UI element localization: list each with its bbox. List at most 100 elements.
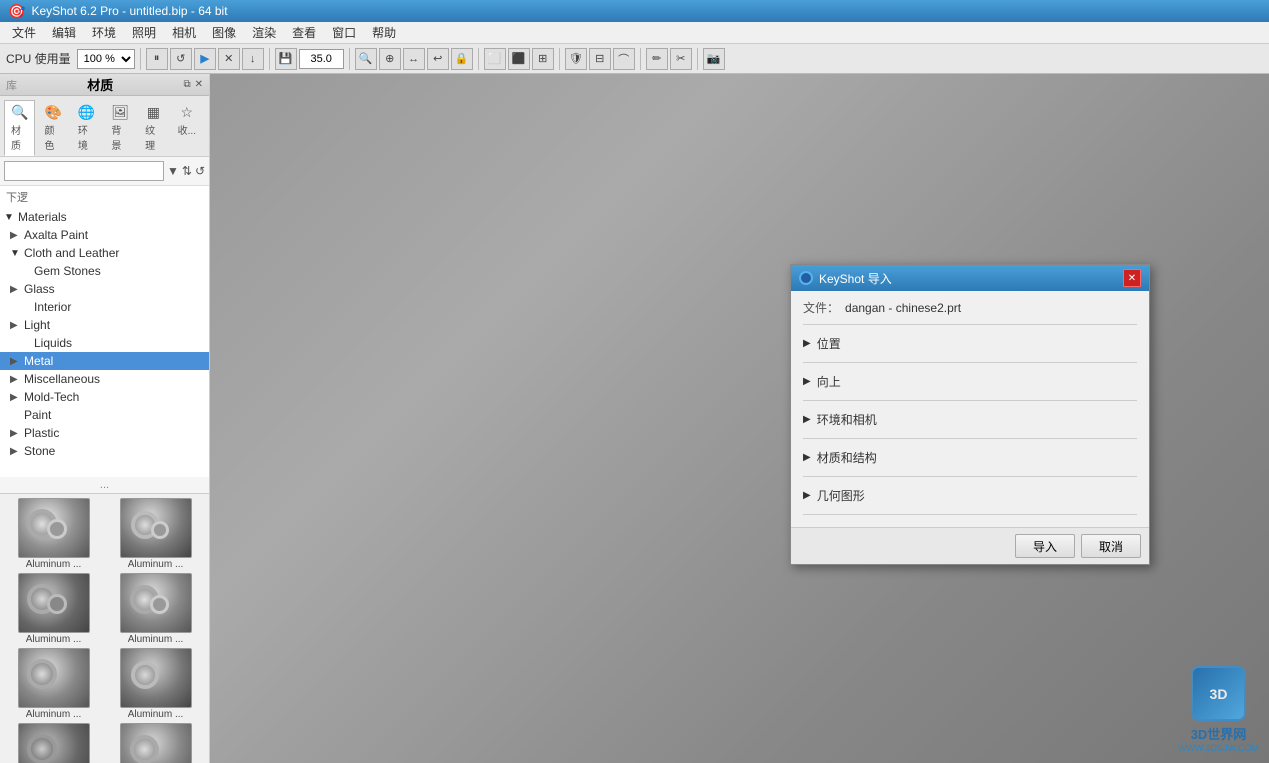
menu-item-文件[interactable]: 文件 [4, 22, 44, 43]
panel-tabs: 🔍 材质 🎨 颜色 🌐 环境 🖼 背景 ▦ 纹理 ☆ 收... [0, 96, 209, 157]
play-button[interactable]: ▶ [194, 48, 216, 70]
pause-button[interactable]: ⏸ [146, 48, 168, 70]
menu-item-环境[interactable]: 环境 [84, 22, 124, 43]
menu-item-相机[interactable]: 相机 [164, 22, 204, 43]
reset-button[interactable]: ↺ [195, 164, 205, 178]
pencil-button[interactable]: ✏ [646, 48, 668, 70]
down-button[interactable]: ↓ [242, 48, 264, 70]
dialog-title-icon [799, 271, 813, 285]
export-button[interactable]: ⬛ [508, 48, 530, 70]
viewport[interactable]: KeyShot 导入 ✕ 文件： dangan - chinese2.prt ▶… [210, 74, 1269, 763]
thumbnail-grid: Aluminum ... Aluminum ... Aluminum ... [4, 498, 205, 763]
tree-item-interior[interactable]: ▶ Interior [0, 298, 209, 316]
dialog-sep-4 [803, 476, 1137, 477]
menu-item-渲染[interactable]: 渲染 [244, 22, 284, 43]
thumb-label-1: Aluminum ... [26, 559, 82, 570]
thumb-item-4[interactable]: Aluminum ... [106, 573, 205, 645]
thumb-label-2: Aluminum ... [128, 559, 184, 570]
more-dots: ... [0, 477, 209, 493]
thumb-item-6[interactable]: Aluminum ... [106, 648, 205, 720]
tree-item-misc[interactable]: ▶ Miscellaneous [0, 370, 209, 388]
cancel-button[interactable]: 取消 [1081, 534, 1141, 558]
stop-button[interactable]: ✕ [218, 48, 240, 70]
zoom-button[interactable]: 🔍 [355, 48, 377, 70]
tree-item-mold[interactable]: ▶ Mold-Tech [0, 388, 209, 406]
materials-arrow: ▼ [4, 212, 18, 223]
zoom3-button[interactable]: ↔ [403, 48, 425, 70]
axalta-label: Axalta Paint [24, 228, 205, 242]
dialog-close-button[interactable]: ✕ [1123, 269, 1141, 287]
bg-tab-icon: 🖼 [111, 104, 129, 121]
tree-item-metal[interactable]: ▶ Metal [0, 352, 209, 370]
panel-prefix: 库 [6, 77, 17, 93]
sort-button[interactable]: ⇅ [182, 164, 192, 178]
scissor-button[interactable]: ✂ [670, 48, 692, 70]
tab-material[interactable]: 🔍 材质 [4, 100, 35, 156]
up-arrow-icon: ▶ [803, 376, 811, 387]
tree-item-plastic[interactable]: ▶ Plastic [0, 424, 209, 442]
dialog-section-geo[interactable]: ▶ 几何图形 [803, 481, 1137, 510]
tree-item-gem[interactable]: ▶ Gem Stones [0, 262, 209, 280]
thumb-item-1[interactable]: Aluminum ... [4, 498, 103, 570]
tab-collect[interactable]: ☆ 收... [171, 100, 203, 156]
tree-item-light[interactable]: ▶ Light [0, 316, 209, 334]
filter-button[interactable]: ▼ [167, 164, 179, 178]
dialog-section-material[interactable]: ▶ 材质和结构 [803, 443, 1137, 472]
tab-bg[interactable]: 🖼 背景 [104, 100, 136, 156]
watermark-line1: 3D世界网 [1191, 724, 1247, 743]
thumb-item-7[interactable]: Aluminum ... [4, 723, 103, 763]
tree-item-cloth[interactable]: ▼ Cloth and Leather [0, 244, 209, 262]
tab-env[interactable]: 🌐 环境 [71, 100, 102, 156]
position-arrow-icon: ▶ [803, 338, 811, 349]
thumb-item-5[interactable]: Aluminum ... [4, 648, 103, 720]
thumb-image-5 [18, 648, 90, 708]
rotate-button[interactable]: ↩ [427, 48, 449, 70]
thumb-item-8[interactable]: Aluminum ... [106, 723, 205, 763]
cpu-select[interactable]: 100 % [77, 49, 135, 69]
save-button[interactable]: 💾 [275, 48, 297, 70]
fps-input[interactable] [299, 49, 344, 69]
shield-button[interactable]: 🛡 [565, 48, 587, 70]
separator-3 [349, 48, 350, 70]
tab-texture[interactable]: ▦ 纹理 [138, 100, 169, 156]
material-button[interactable]: ⊞ [532, 48, 554, 70]
toolbar: CPU 使用量 100 % ⏸ ↺ ▶ ✕ ↓ 💾 🔍 ⊕ ↔ ↩ 🔒 ⬜ ⬛ … [0, 44, 1269, 74]
thumb-label-6: Aluminum ... [128, 709, 184, 720]
import-button[interactable]: ⬜ [484, 48, 506, 70]
menu-item-编辑[interactable]: 编辑 [44, 22, 84, 43]
menu-item-图像[interactable]: 图像 [204, 22, 244, 43]
thumb-item-3[interactable]: Aluminum ... [4, 573, 103, 645]
menubar: 文件编辑环境照明相机图像渲染查看窗口帮助 [0, 22, 1269, 44]
tree-item-glass[interactable]: ▶ Glass [0, 280, 209, 298]
panel-float-button[interactable]: ⧉ [183, 79, 190, 90]
tab-env-label: 环境 [78, 122, 95, 152]
geo-label: 几何图形 [817, 487, 865, 504]
dialog-file-row: 文件： dangan - chinese2.prt [803, 299, 1137, 316]
curve-button[interactable]: ⌒ [613, 48, 635, 70]
tab-color[interactable]: 🎨 颜色 [37, 100, 68, 156]
refresh-button[interactable]: ↺ [170, 48, 192, 70]
cloth-arrow: ▼ [10, 248, 24, 259]
zoom2-button[interactable]: ⊕ [379, 48, 401, 70]
panel-close-button[interactable]: ✕ [195, 79, 203, 90]
dialog-section-env[interactable]: ▶ 环境和相机 [803, 405, 1137, 434]
search-input[interactable] [4, 161, 164, 181]
menu-item-查看[interactable]: 查看 [284, 22, 324, 43]
dialog-section-up[interactable]: ▶ 向上 [803, 367, 1137, 396]
render-button[interactable]: 📷 [703, 48, 725, 70]
menu-item-窗口[interactable]: 窗口 [324, 22, 364, 43]
tree-item-paint[interactable]: ▶ Paint [0, 406, 209, 424]
metal-arrow: ▶ [10, 356, 24, 367]
dialog-section-position[interactable]: ▶ 位置 [803, 329, 1137, 358]
menu-item-照明[interactable]: 照明 [124, 22, 164, 43]
tree-item-liquids[interactable]: ▶ Liquids [0, 334, 209, 352]
dialog-sep-3 [803, 438, 1137, 439]
tree-item-axalta[interactable]: ▶ Axalta Paint [0, 226, 209, 244]
grid-button[interactable]: ⊟ [589, 48, 611, 70]
thumb-item-2[interactable]: Aluminum ... [106, 498, 205, 570]
tree-item-materials[interactable]: ▼ Materials [0, 208, 209, 226]
tree-item-stone[interactable]: ▶ Stone [0, 442, 209, 460]
menu-item-帮助[interactable]: 帮助 [364, 22, 404, 43]
lock-button[interactable]: 🔒 [451, 48, 473, 70]
import-button[interactable]: 导入 [1015, 534, 1075, 558]
